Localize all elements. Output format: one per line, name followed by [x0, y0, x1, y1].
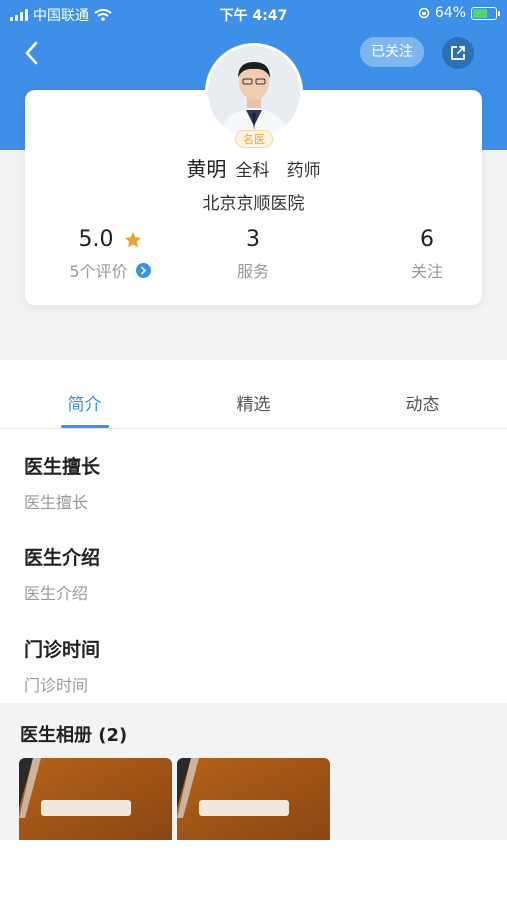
- rating-value: 5.0: [78, 227, 114, 252]
- tab-bar: 简介 精选 动态: [0, 381, 507, 429]
- schedule-title: 门诊时间: [24, 639, 101, 661]
- doctor-name: 黄明: [186, 157, 227, 181]
- intro-section: 医生介绍 医生介绍: [24, 543, 100, 604]
- doctor-photo: [208, 46, 300, 138]
- album-photo[interactable]: [19, 758, 172, 840]
- follow-label: 关注: [410, 262, 443, 281]
- intro-title: 医生介绍: [24, 547, 101, 569]
- orientation-lock-icon: [418, 7, 430, 19]
- share-button[interactable]: [442, 37, 474, 69]
- status-bar: 中国联通 下午 4:47 64%: [0, 0, 507, 28]
- doctor-department: 全科: [235, 161, 270, 181]
- rating-label: 5个评价: [69, 262, 128, 281]
- share-icon: [451, 46, 465, 60]
- famous-doctor-badge: 名医: [235, 130, 273, 148]
- chevron-right-icon: [135, 262, 151, 278]
- follow-button[interactable]: 已关注: [360, 37, 424, 67]
- avatar: [205, 43, 303, 141]
- doctor-hospital: 北京京顺医院: [202, 194, 305, 214]
- back-arrow-icon: [25, 41, 38, 65]
- tab-activity[interactable]: 动态: [338, 381, 507, 429]
- schedule-text: 门诊时间: [24, 676, 89, 695]
- follow-value: 6: [420, 227, 434, 252]
- doctor-title: 药师: [286, 161, 321, 181]
- star-icon: [124, 231, 141, 247]
- doctor-info-line: 黄明 全科 药师: [0, 153, 507, 182]
- stat-service[interactable]: 3 服务: [193, 227, 313, 282]
- service-label: 服务: [236, 262, 269, 281]
- specialty-title: 医生擅长: [24, 456, 101, 478]
- battery-percent: 64%: [434, 5, 466, 21]
- schedule-section: 门诊时间 门诊时间: [24, 635, 100, 696]
- stat-rating[interactable]: 5.0 5个评价: [50, 227, 170, 282]
- active-tab-indicator: [61, 425, 109, 428]
- tab-featured[interactable]: 精选: [169, 381, 338, 429]
- intro-text: 医生介绍: [24, 584, 89, 603]
- specialty-text: 医生擅长: [24, 493, 89, 512]
- back-button[interactable]: [20, 38, 46, 68]
- service-value: 3: [246, 227, 260, 252]
- specialty-section: 医生擅长 医生擅长: [24, 452, 100, 513]
- stat-followers[interactable]: 6 关注: [367, 227, 487, 282]
- album-title: 医生相册 (2): [20, 725, 128, 746]
- album-photo[interactable]: [177, 758, 330, 840]
- tab-intro[interactable]: 简介: [0, 381, 169, 429]
- battery-icon: [471, 6, 500, 20]
